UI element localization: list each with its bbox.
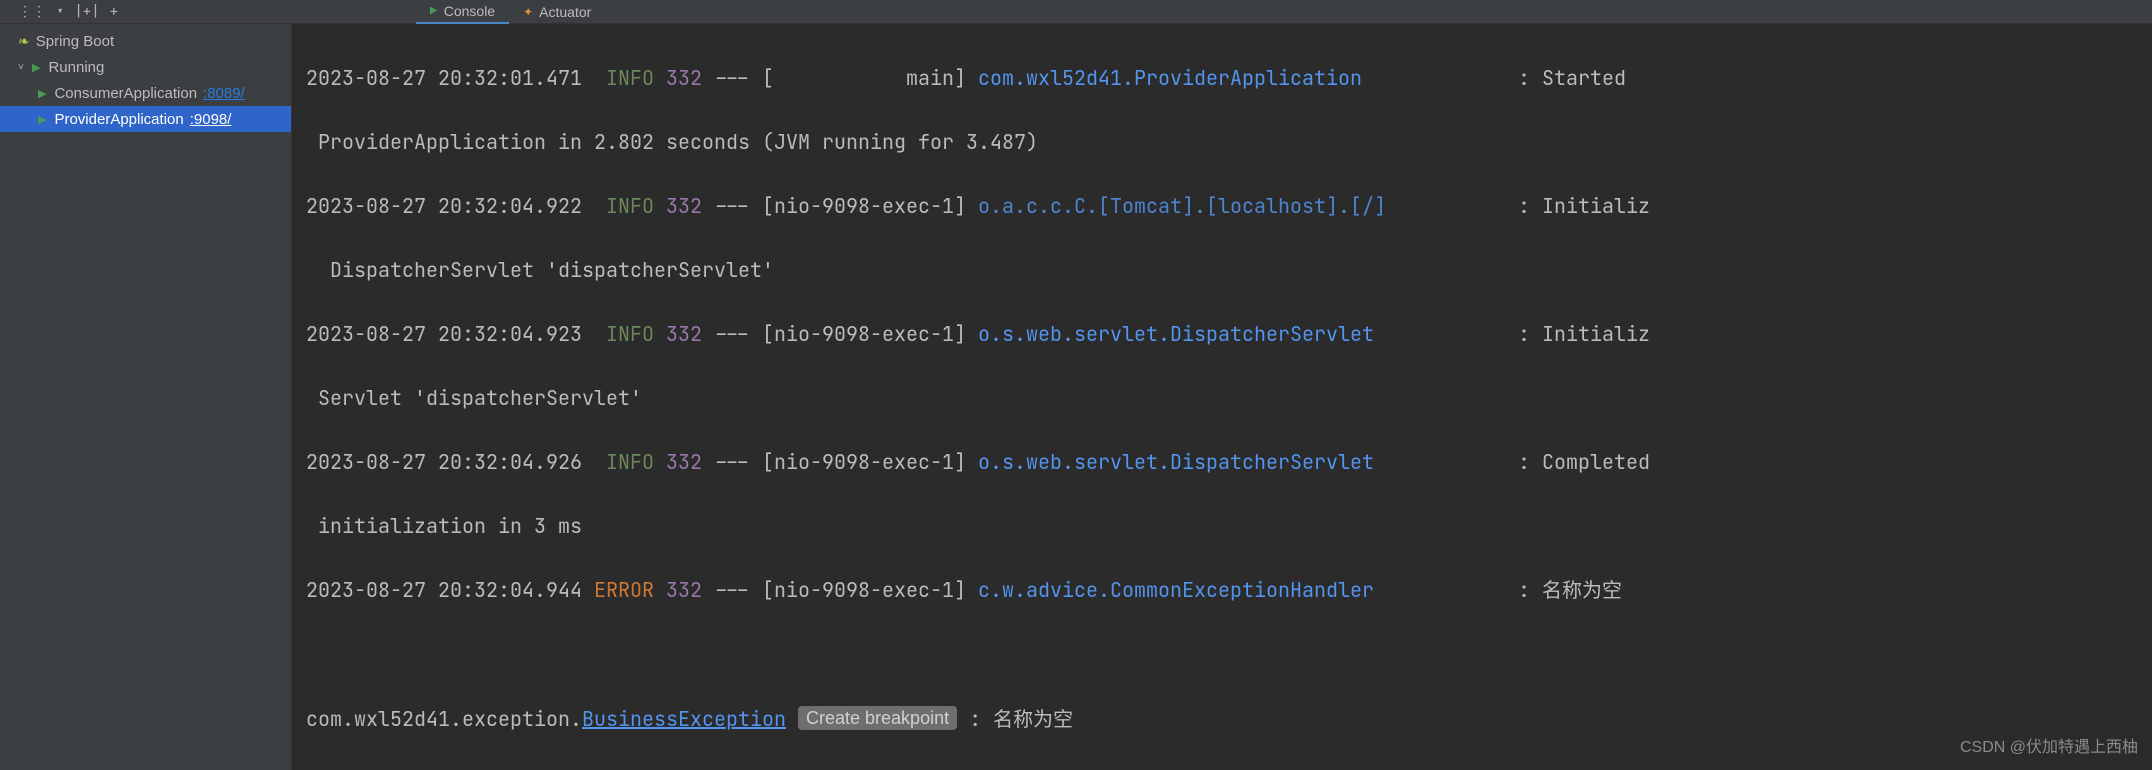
port-link[interactable]: :8089/ — [203, 85, 245, 102]
app-name: ConsumerApplication — [54, 85, 197, 102]
tree-label: Running — [48, 59, 104, 76]
log-line: 2023-08-27 20:32:04.922 INFO 332 --- [ni… — [306, 190, 2152, 222]
tool-icon-2[interactable]: |+| — [74, 3, 99, 21]
tool-icon-1[interactable]: ⋮⋮ — [18, 3, 46, 21]
console-output[interactable]: 2023-08-27 20:32:01.471 INFO 332 --- [ m… — [292, 24, 2152, 770]
log-line: 2023-08-27 20:32:04.923 INFO 332 --- [ni… — [306, 318, 2152, 350]
tree-app-provider[interactable]: ▶ ProviderApplication :9098/ — [0, 106, 291, 132]
tab-label: Console — [444, 3, 495, 19]
log-line: Servlet 'dispatcherServlet' — [306, 382, 2152, 414]
exception-link[interactable]: BusinessException — [582, 706, 786, 732]
tab-label: Actuator — [539, 4, 591, 20]
filter-icon[interactable]: ▾ — [56, 3, 64, 21]
watermark: CSDN @伏加特遇上西柚 — [1960, 732, 2138, 764]
play-icon: ▶ — [32, 61, 40, 74]
log-line: 2023-08-27 20:32:04.944 ERROR 332 --- [n… — [306, 574, 2152, 607]
tab-actuator[interactable]: ✦ Actuator — [509, 0, 605, 24]
create-breakpoint-button[interactable]: Create breakpoint — [798, 706, 957, 730]
log-line: initialization in 3 ms — [306, 510, 2152, 542]
app-name: ProviderApplication — [54, 111, 183, 128]
port-link[interactable]: :9098/ — [190, 111, 232, 128]
log-line: 2023-08-27 20:32:04.926 INFO 332 --- [ni… — [306, 446, 2152, 478]
add-icon[interactable]: + — [110, 3, 118, 21]
actuator-icon: ✦ — [523, 5, 533, 19]
exception-line: com.wxl52d41.exception.BusinessException… — [306, 703, 2152, 736]
console-tabs: ▶ Console ✦ Actuator — [416, 0, 605, 24]
run-dashboard-tree: ❧ Spring Boot ˅ ▶ Running ▶ ConsumerAppl… — [0, 24, 292, 770]
play-icon: ▶ — [430, 5, 438, 16]
toolbar: ⋮⋮ ▾ |+| + ▶ Console ✦ Actuator — [0, 0, 2152, 24]
spring-leaf-icon: ❧ — [18, 33, 30, 50]
tree-label: Spring Boot — [36, 33, 114, 50]
log-line: ProviderApplication in 2.802 seconds (JV… — [306, 126, 2152, 158]
tree-group-running[interactable]: ˅ ▶ Running — [0, 54, 291, 80]
play-icon: ▶ — [38, 113, 46, 126]
log-line: DispatcherServlet 'dispatcherServlet' — [306, 254, 2152, 286]
log-line: 2023-08-27 20:32:01.471 INFO 332 --- [ m… — [306, 62, 2152, 94]
log-line — [306, 639, 2152, 671]
tab-console[interactable]: ▶ Console — [416, 0, 509, 24]
tree-root-spring-boot[interactable]: ❧ Spring Boot — [0, 28, 291, 54]
tree-app-consumer[interactable]: ▶ ConsumerApplication :8089/ — [0, 80, 291, 106]
play-icon: ▶ — [38, 87, 46, 100]
chevron-down-icon: ˅ — [18, 62, 28, 73]
